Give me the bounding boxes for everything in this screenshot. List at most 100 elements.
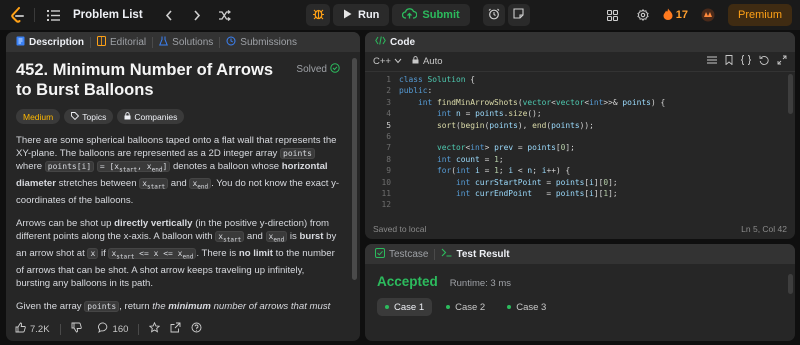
play-icon	[343, 9, 352, 22]
history-icon	[226, 36, 236, 49]
code-line[interactable]: 12	[365, 199, 795, 210]
leetcode-logo-icon[interactable]	[8, 6, 26, 24]
debug-button[interactable]	[306, 4, 330, 26]
line-number: 6	[386, 132, 391, 141]
flask-icon	[159, 36, 169, 49]
pass-dot-icon	[446, 305, 451, 309]
code-line[interactable]: 3 int findMinArrowShots(vector<vector<in…	[365, 97, 795, 108]
chevron-left-icon[interactable]	[159, 5, 179, 25]
code-line[interactable]: 11 int currEndPoint = points[i][1];	[365, 188, 795, 199]
code-text: vector<int> prev = points[0];	[437, 143, 575, 153]
description-scrollbar[interactable]	[352, 58, 357, 280]
tab-testcase[interactable]: Testcase	[371, 244, 432, 264]
maximize-icon[interactable]	[777, 55, 787, 68]
share-icon	[170, 322, 181, 336]
tag-label: Topics	[82, 111, 107, 122]
code-text: int currEndPoint = points[i][1];	[456, 189, 618, 198]
reset-icon[interactable]	[759, 55, 769, 68]
problem-tags: Medium Topics Companies	[16, 109, 340, 124]
line-number: 12	[381, 200, 391, 210]
dislike-button[interactable]	[68, 322, 85, 336]
description-paragraph-1: There are some spherical balloons taped …	[16, 135, 340, 206]
description-paragraph-3: Given the array points, return the minim…	[16, 301, 331, 313]
notes-button[interactable]	[507, 4, 530, 26]
streak-counter[interactable]: 17	[663, 8, 688, 23]
chevron-right-icon[interactable]	[187, 5, 207, 25]
problem-title[interactable]: 452. Minimum Number of Arrows to Burst B…	[16, 60, 286, 100]
line-number: 9	[386, 166, 391, 176]
premium-button[interactable]: Premium	[727, 4, 792, 26]
pass-dot-icon	[507, 305, 512, 309]
pass-dot-icon	[385, 305, 389, 309]
timer-button[interactable]	[482, 4, 505, 26]
code-line[interactable]: 9 for(int i = 1; i < n; i++) {	[365, 165, 795, 176]
share-button[interactable]	[167, 322, 184, 336]
favorite-button[interactable]	[146, 321, 163, 336]
tab-label: Testcase	[389, 248, 429, 260]
tab-label: Submissions	[240, 36, 297, 48]
code-text: for(int i = 1; i < n; i++) {	[437, 166, 571, 176]
run-button[interactable]: Run	[333, 4, 390, 26]
tab-code[interactable]: Code	[371, 32, 419, 52]
companies-tag[interactable]: Companies	[117, 109, 185, 124]
tab-test-result[interactable]: Test Result	[437, 244, 513, 264]
help-button[interactable]	[188, 322, 205, 336]
shuffle-icon[interactable]	[215, 5, 235, 25]
comments-button[interactable]: 160	[95, 322, 132, 336]
divider	[90, 36, 92, 48]
code-text: int findMinArrowShots(vector<vector<int>…	[418, 97, 666, 107]
tab-solutions[interactable]: Solutions	[155, 32, 217, 52]
settings-gear-icon[interactable]	[633, 5, 653, 25]
code-line[interactable]: 4 int n = points.size();	[365, 108, 795, 119]
problem-list-title[interactable]: Problem List	[73, 9, 143, 21]
document-icon	[16, 36, 25, 49]
case-tab-2[interactable]: Case 2	[438, 298, 493, 316]
test-scrollbar[interactable]	[788, 274, 793, 294]
code-line[interactable]: 10 int currStartPoint = points[i][0];	[365, 177, 795, 188]
code-editor[interactable]: 1 class Solution {2 public: 3 int findMinAr…	[365, 74, 795, 214]
auto-mode-toggle[interactable]: Auto	[412, 56, 443, 67]
chevron-down-icon	[394, 56, 402, 67]
language-select[interactable]: C++	[373, 56, 402, 67]
terminal-icon	[441, 248, 452, 260]
tab-label: Test Result	[456, 248, 510, 260]
tab-editorial[interactable]: Editorial	[93, 32, 150, 52]
code-header: Code	[365, 32, 795, 52]
solved-status: Solved	[296, 62, 340, 75]
alarm-clock-icon	[488, 8, 500, 23]
code-status-bar: Saved to local Ln 5, Col 42	[365, 219, 795, 239]
tab-description[interactable]: Description	[12, 32, 88, 52]
line-number: 3	[386, 97, 391, 107]
like-button[interactable]: 7.2K	[12, 322, 53, 336]
case-tab-1[interactable]: Case 1	[377, 298, 433, 316]
code-toolbar: C++ Auto	[365, 52, 795, 72]
line-number: 8	[386, 154, 391, 164]
tab-submissions[interactable]: Submissions	[222, 32, 301, 52]
avatar[interactable]	[698, 5, 718, 25]
line-number: 5	[386, 120, 391, 130]
divider	[138, 323, 140, 335]
code-line[interactable]: 6	[365, 131, 795, 142]
list-icon[interactable]	[707, 56, 717, 67]
code-scrollbar[interactable]	[788, 74, 793, 114]
difficulty-badge[interactable]: Medium	[16, 109, 61, 124]
tag-label: Companies	[134, 111, 178, 122]
braces-icon[interactable]	[740, 55, 752, 68]
bookmark-icon[interactable]	[725, 55, 733, 68]
case-tab-3[interactable]: Case 3	[499, 298, 554, 316]
line-number: 10	[381, 177, 391, 187]
layout-grid-icon[interactable]	[603, 5, 623, 25]
top-navbar: Problem List Run Submit 17 Premium	[0, 0, 800, 30]
code-brackets-icon	[375, 36, 386, 48]
code-text: public:	[399, 86, 433, 96]
thumbs-up-icon	[15, 322, 26, 336]
code-line[interactable]: 7 vector<int> prev = points[0];	[365, 142, 795, 153]
problem-list-icon[interactable]	[43, 5, 63, 25]
code-line[interactable]: 2 public:	[365, 85, 795, 96]
code-line[interactable]: 1 class Solution {	[365, 74, 795, 85]
code-line[interactable]: 5 sort(begin(points), end(points));	[365, 120, 795, 131]
code-line[interactable]: 8 int count = 1;	[365, 154, 795, 165]
submit-button[interactable]: Submit	[392, 4, 470, 26]
topics-tag[interactable]: Topics	[64, 109, 114, 124]
divider	[59, 323, 61, 335]
